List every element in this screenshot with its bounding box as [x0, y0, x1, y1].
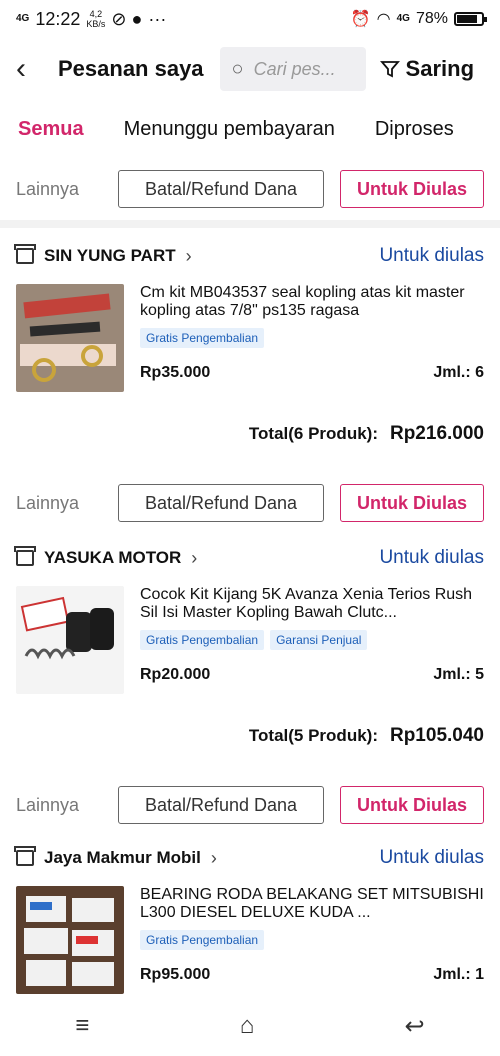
app-header: ‹ Pesanan saya ○ Cari pes... Saring: [0, 38, 500, 100]
page-title: Pesanan saya: [58, 56, 204, 81]
order-status: Untuk diulas: [379, 245, 484, 266]
more-link[interactable]: Lainnya: [16, 493, 118, 514]
system-nav-bar: ≡ ⌂ ↩: [0, 996, 500, 1056]
product-image: [16, 886, 124, 994]
review-button[interactable]: Untuk Diulas: [340, 786, 484, 824]
battery-percent: 78%: [415, 10, 448, 27]
product-name: Cm kit MB043537 seal kopling atas kit ma…: [140, 284, 465, 319]
chevron-right-icon[interactable]: ›: [191, 548, 197, 569]
network-indicator: 4G: [16, 13, 30, 24]
tab-diproses[interactable]: Diproses: [375, 118, 454, 141]
network-speed: 4,2 KB/s: [86, 9, 106, 29]
status-bar: 4G 12:22 4,2 KB/s ⊘ ● ··· ⏰ ◠ 4G 78%: [0, 0, 500, 38]
product-quantity: Jml.: 6: [433, 364, 484, 381]
shop-name[interactable]: Jaya Makmur Mobil: [44, 848, 201, 868]
product-item[interactable]: BEARING RODA BELAKANG SET MITSUBISHI L30…: [0, 886, 500, 998]
back-button[interactable]: ‹: [16, 54, 48, 84]
refund-button[interactable]: Batal/Refund Dana: [118, 484, 324, 522]
order-actions: Lainnya Batal/Refund Dana Untuk Diulas: [0, 158, 500, 220]
clock: 12:22: [35, 8, 81, 29]
filter-button[interactable]: Saring: [379, 56, 474, 82]
wifi-icon: ◠: [376, 11, 391, 28]
product-image: [16, 284, 124, 392]
home-icon[interactable]: ⌂: [240, 1012, 255, 1040]
product-item[interactable]: Cm kit MB043537 seal kopling atas kit ma…: [0, 284, 500, 396]
order-total: Rp105.040: [389, 725, 484, 746]
order-total-label: Total(5 Produk):: [248, 726, 378, 745]
badge-seller-warranty: Garansi Penjual: [270, 630, 368, 650]
notification-icons: ⊘ ●: [111, 8, 143, 29]
order-total-label: Total(6 Produk):: [248, 424, 378, 443]
order-actions: Lainnya Batal/Refund Dana Untuk Diulas: [0, 472, 500, 534]
shop-icon: [14, 244, 36, 264]
order-status: Untuk diulas: [379, 547, 484, 568]
more-link[interactable]: Lainnya: [16, 795, 118, 816]
chevron-right-icon[interactable]: ›: [186, 246, 192, 267]
order-status: Untuk diulas: [379, 847, 484, 868]
refund-button[interactable]: Batal/Refund Dana: [118, 170, 324, 208]
shop-icon: [14, 546, 36, 566]
search-placeholder: Cari pes...: [253, 58, 336, 79]
chevron-right-icon[interactable]: ›: [211, 848, 217, 869]
order-actions: Lainnya Batal/Refund Dana Untuk Diulas: [0, 774, 500, 836]
tab-semua[interactable]: Semua: [18, 118, 84, 161]
order-card[interactable]: SIN YUNG PART › Untuk diulas Cm kit MB04…: [0, 228, 500, 534]
product-price: Rp35.000: [140, 364, 211, 381]
order-tabs: Semua Menunggu pembayaran Diproses: [0, 100, 500, 162]
badge-free-return: Gratis Pengembalian: [140, 328, 265, 348]
product-quantity: Jml.: 5: [433, 666, 484, 683]
shop-name[interactable]: YASUKA MOTOR: [44, 548, 181, 568]
product-name: BEARING RODA BELAKANG SET MITSUBISHI L30…: [140, 886, 484, 921]
order-total: Rp216.000: [389, 423, 484, 444]
more-notifications: ···: [148, 8, 167, 29]
alarm-icon: ⏰: [350, 11, 371, 28]
product-quantity: Jml.: 1: [433, 966, 484, 983]
product-price: Rp95.000: [140, 966, 211, 983]
product-price: Rp20.000: [140, 666, 211, 683]
search-icon: ○: [231, 57, 244, 80]
network-indicator-right: 4G: [396, 13, 410, 24]
more-link[interactable]: Lainnya: [16, 179, 118, 200]
badge-free-return: Gratis Pengembalian: [140, 630, 265, 650]
tab-menunggu-pembayaran[interactable]: Menunggu pembayaran: [124, 118, 335, 141]
refund-button[interactable]: Batal/Refund Dana: [118, 786, 324, 824]
filter-icon: [379, 61, 400, 78]
search-input[interactable]: ○ Cari pes...: [219, 47, 366, 91]
badge-free-return: Gratis Pengembalian: [140, 930, 265, 950]
back-icon[interactable]: ↩: [405, 1012, 425, 1041]
product-name: Cocok Kit Kijang 5K Avanza Xenia Terios …: [140, 586, 473, 621]
shop-icon: [14, 846, 36, 866]
review-button[interactable]: Untuk Diulas: [340, 484, 484, 522]
product-image: [16, 586, 124, 694]
order-card[interactable]: Jaya Makmur Mobil › Untuk diulas BEARING…: [0, 830, 500, 996]
menu-icon[interactable]: ≡: [75, 1012, 89, 1040]
shop-name[interactable]: SIN YUNG PART: [44, 246, 176, 266]
order-card[interactable]: YASUKA MOTOR › Untuk diulas Cocok Kit Ki…: [0, 530, 500, 836]
review-button[interactable]: Untuk Diulas: [340, 170, 484, 208]
product-item[interactable]: Cocok Kit Kijang 5K Avanza Xenia Terios …: [0, 586, 500, 698]
battery-icon: [454, 12, 487, 26]
